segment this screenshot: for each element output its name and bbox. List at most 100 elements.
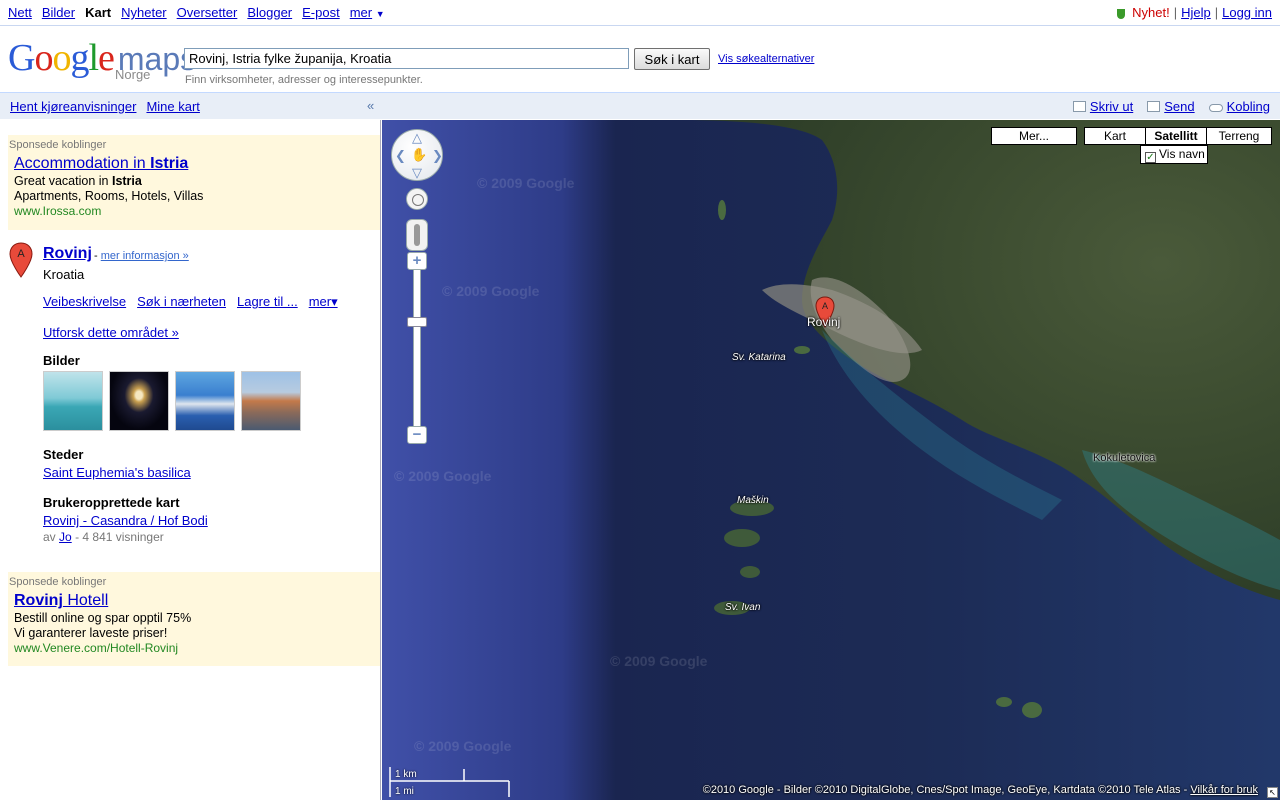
ad-url: www.Venere.com/Hotell-Rovinj [14,641,179,655]
ad-line: Vi garanterer laveste priser! [14,626,168,640]
result-title-link[interactable]: Rovinj [43,245,92,263]
reset-view-button[interactable] [406,188,428,210]
nav-web[interactable]: Nett [8,5,32,20]
login-link[interactable]: Logg inn [1222,5,1272,20]
scale-mi: 1 mi [395,786,414,797]
user-map-link[interactable]: Rovinj - Casandra / Hof Bodi [43,513,208,528]
sponsored-label: Sponsede koblinger [9,576,107,588]
send-link[interactable]: Send [1164,99,1194,114]
logo-country: Norge [115,67,151,82]
label-sv-katarina: Sv. Katarina [732,352,786,363]
chain-link-icon [1208,104,1223,112]
ad-title-link[interactable]: Accommodation in Istria [14,155,374,173]
ad-title-link[interactable]: Rovinj Hotell [14,592,374,610]
link-action[interactable]: Kobling [1208,99,1270,114]
street-view-pegman-icon[interactable] [406,219,428,251]
resize-corner-icon[interactable]: ↖ [1267,787,1278,798]
imagery-watermark: © 2009 Google [477,175,575,191]
new-features-link[interactable]: Nyhet! [1132,5,1170,20]
more-info-link[interactable]: mer informasjon » [101,250,189,262]
place-link[interactable]: Saint Euphemia's basilica [43,465,191,480]
user-map-meta: av Jo - 4 841 visninger [43,530,164,544]
satellite-map[interactable]: © 2009 Google © 2009 Google © 2009 Googl… [382,120,1280,800]
ad-title-keyword[interactable]: Istria [150,155,188,172]
show-labels-option[interactable]: ✓ Vis navn [1140,145,1208,164]
nav-blogger[interactable]: Blogger [247,5,292,20]
ad-title-text[interactable]: Accommodation in [14,155,150,172]
copyright-text: ©2010 Google - Bilder ©2010 DigitalGlobe… [702,784,1191,796]
sponsored-ad-bottom: Sponsede koblinger Rovinj Hotell Bestill… [8,572,380,666]
result-marker-icon[interactable]: A [9,242,33,278]
send-action[interactable]: Send [1147,99,1195,114]
nav-more-label[interactable]: mer [350,5,372,20]
nav-translate[interactable]: Oversetter [177,5,238,20]
user-map-author-link[interactable]: Jo [59,530,72,544]
pan-up-icon[interactable]: △ [412,131,422,144]
help-link[interactable]: Hjelp [1181,5,1211,20]
sponsored-label: Sponsede koblinger [9,139,107,151]
label-maskin: Maškin [737,495,769,506]
nav-news[interactable]: Nyheter [121,5,167,20]
search-hint: Finn virksomheter, adresser og interesse… [185,74,423,86]
more-actions-link[interactable]: mer▾ [309,294,338,310]
map-type-terrain[interactable]: Terreng [1206,127,1272,145]
result-country: Kroatia [43,267,85,282]
print-link[interactable]: Skriv ut [1090,99,1133,114]
map-type-map[interactable]: Kart [1084,127,1146,145]
user-map-by: av [43,530,56,544]
label-sv-ivan: Sv. Ivan [725,602,761,613]
search-options-link[interactable]: Vis søkealternativer [718,53,814,65]
ad-line: Great vacation in Istria [14,174,374,188]
photo-thumbnail[interactable] [241,371,301,431]
pan-down-icon[interactable]: ▽ [412,166,422,179]
sponsored-ad-top: Sponsede koblinger Accommodation in Istr… [8,135,380,230]
get-directions-link[interactable]: Hent kjøreanvisninger [10,99,136,114]
envelope-icon [1147,101,1161,112]
map-type-satellite[interactable]: Satellitt [1145,127,1207,145]
collapse-sidebar-icon[interactable]: « [367,98,374,113]
hand-icon: ✋ [411,147,428,162]
terms-link[interactable]: Vilkår for bruk [1190,784,1258,796]
google-maps-logo[interactable]: Google maps Norge [8,38,196,84]
ad-title-text[interactable]: Hotell [63,592,108,609]
photos-heading: Bilder [43,353,80,368]
more-layers-button[interactable]: Mer... [991,127,1077,145]
zoom-in-button[interactable]: + [407,252,427,270]
scale-km: 1 km [395,769,417,780]
scale-bar: 1 km 1 mi [389,765,511,799]
result-more-sep: - [94,250,98,262]
ad-url: www.Irossa.com [14,204,102,218]
separator: | [1173,5,1178,20]
nav-more[interactable]: mer ▼ [350,5,385,20]
save-to-link[interactable]: Lagre til ... [237,294,298,310]
zoom-slider-track[interactable] [413,270,421,426]
pan-control[interactable]: △ ▽ ❮ ❯ ✋ [391,129,443,181]
imagery-watermark: © 2009 Google [394,468,492,484]
my-maps-link[interactable]: Mine kart [146,99,199,114]
zoom-slider-thumb[interactable] [407,317,427,327]
label-kokuletovica: Kokuletovica [1093,452,1156,464]
pan-left-icon[interactable]: ❮ [395,149,406,162]
photo-thumbnail[interactable] [43,371,103,431]
link-link[interactable]: Kobling [1227,99,1270,114]
search-nearby-link[interactable]: Søk i nærheten [137,294,226,310]
directions-link[interactable]: Veibeskrivelse [43,294,126,310]
toolbar-band: Hent kjøreanvisninger Mine kart « Skriv … [0,92,1280,119]
photo-thumbnail[interactable] [109,371,169,431]
search-maps-button[interactable]: Søk i kart [634,48,710,70]
user-maps-heading: Brukeropprettede kart [43,495,180,510]
google-services-nav: Nett Bilder Kart Nyheter Oversetter Blog… [8,5,385,20]
nav-images[interactable]: Bilder [42,5,75,20]
map-actions: Skriv ut Send Kobling [1072,99,1270,114]
chevron-down-icon[interactable]: ▼ [376,9,385,19]
print-action[interactable]: Skriv ut [1072,99,1133,114]
show-labels-label: Vis navn [1159,147,1205,161]
nav-mail[interactable]: E-post [302,5,340,20]
search-input[interactable] [184,48,629,69]
pan-right-icon[interactable]: ❯ [432,149,443,162]
ad-title-keyword[interactable]: Rovinj [14,592,63,609]
zoom-out-button[interactable]: − [407,426,427,444]
photo-thumbnail[interactable] [175,371,235,431]
checkbox-checked-icon[interactable]: ✓ [1145,152,1156,163]
explore-area-link[interactable]: Utforsk dette området » [43,325,179,340]
